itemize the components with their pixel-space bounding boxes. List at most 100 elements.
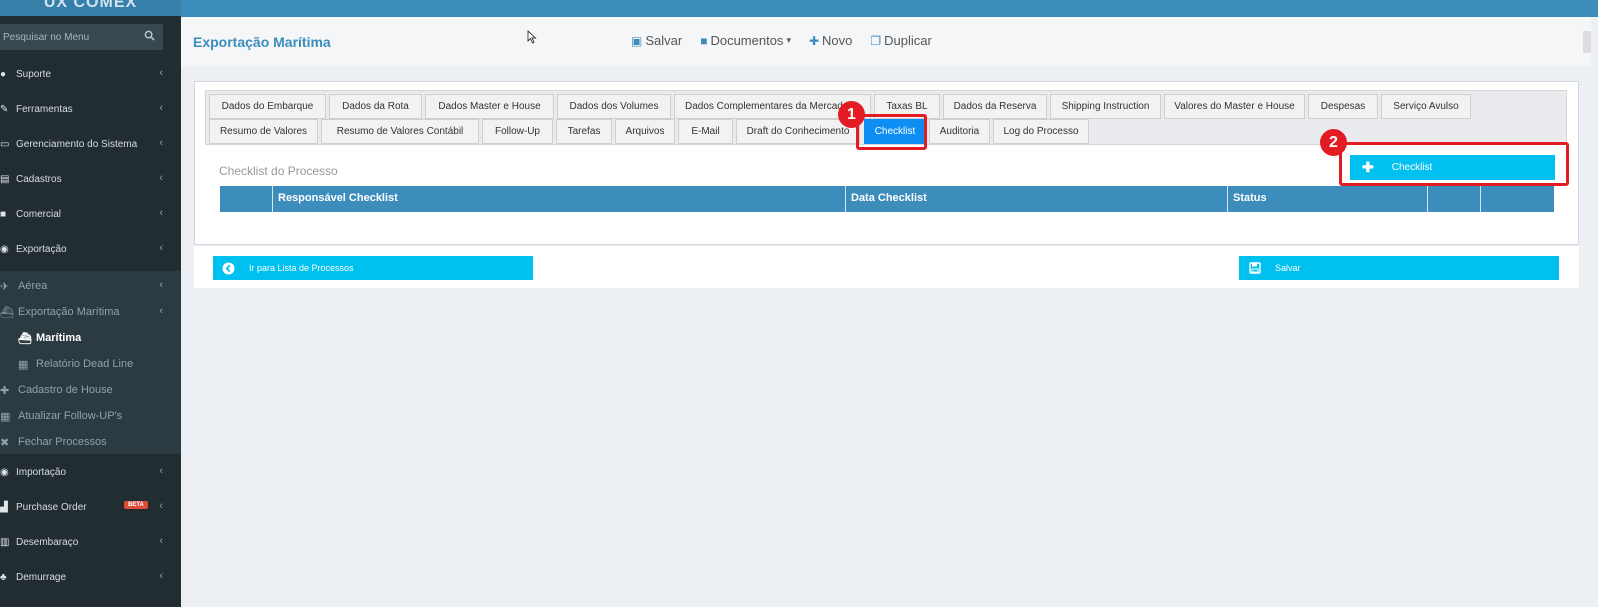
app-logo[interactable]: UX COMEX xyxy=(0,0,181,16)
documents-dropdown[interactable]: ■ Documentos ▾ xyxy=(700,33,791,48)
tab-resumo-valores-contabil[interactable]: Resumo de Valores Contábil xyxy=(321,119,479,144)
annotation-badge-2: 2 xyxy=(1320,129,1347,156)
beta-badge: BETA xyxy=(124,501,148,509)
search-input[interactable] xyxy=(0,24,140,50)
plane-icon: ✈ xyxy=(0,280,10,293)
column-header-responsavel[interactable]: Responsável Checklist xyxy=(272,186,845,212)
sidebar-item-purchase-order[interactable]: ▟ Purchase Order BETA ‹ xyxy=(0,493,181,521)
annotation-highlight-checklist-tab xyxy=(856,114,927,150)
sidebar-sub-aerea[interactable]: ✈ Aérea ‹ xyxy=(0,275,181,297)
sidebar-sub-maritima[interactable]: ⛴ Marítima xyxy=(0,327,181,349)
chevron-left-icon: ‹ xyxy=(159,570,163,582)
sidebar-item-label: Exportação xyxy=(16,243,67,255)
back-to-list-button[interactable]: Ir para Lista de Processos xyxy=(213,256,533,280)
top-navbar xyxy=(181,0,1598,17)
sidebar-item-importacao[interactable]: ◉ Importação ‹ xyxy=(0,458,181,486)
arrow-circle-icon: ◉ xyxy=(0,466,9,478)
sidebar-item-label: Fechar Processos xyxy=(18,436,107,448)
documents-label: Documentos xyxy=(710,33,784,48)
sidebar-item-ferramentas[interactable]: ✎ Ferramentas ‹ xyxy=(0,95,181,123)
close-icon: ✖ xyxy=(0,436,10,449)
tab-arquivos[interactable]: Arquivos xyxy=(615,119,675,144)
sidebar-item-gerenciamento[interactable]: ▭ Gerenciamento do Sistema ‹ xyxy=(0,130,181,158)
chevron-left-icon: ‹ xyxy=(159,465,163,477)
arrow-circle-icon: ◉ xyxy=(0,243,9,255)
footer-save-label: Salvar xyxy=(1275,263,1301,273)
sidebar-item-comercial[interactable]: ■ Comercial ‹ xyxy=(0,200,181,228)
list-icon: ▦ xyxy=(0,410,11,423)
users-icon: ♣ xyxy=(0,571,7,583)
new-label: Novo xyxy=(822,33,853,48)
tab-auditoria[interactable]: Auditoria xyxy=(929,119,990,144)
chevron-left-icon: ‹ xyxy=(159,500,163,512)
tab-dados-embarque[interactable]: Dados do Embarque xyxy=(209,94,326,119)
sidebar-item-label: Importação xyxy=(16,466,67,478)
tab-dados-rota[interactable]: Dados da Rota xyxy=(329,94,422,119)
chevron-left-icon: ‹ xyxy=(159,279,163,291)
column-header xyxy=(1427,186,1480,212)
footer-save-button[interactable]: Salvar xyxy=(1239,256,1559,280)
database-icon: ▤ xyxy=(0,173,10,185)
sidebar-item-label: Cadastro de House xyxy=(18,384,113,396)
ship-icon: ⛴ xyxy=(18,332,32,345)
tab-servico-avulso[interactable]: Serviço Avulso xyxy=(1381,94,1471,119)
tab-valores-master-house[interactable]: Valores do Master e House xyxy=(1164,94,1305,119)
list-icon: ▦ xyxy=(18,358,29,371)
tab-despesas[interactable]: Despesas xyxy=(1308,94,1378,119)
column-header xyxy=(220,186,272,212)
toolbar: ▣ Salvar ■ Documentos ▾ ✚ Novo ❐ Duplica… xyxy=(631,33,932,48)
tab-tarefas[interactable]: Tarefas xyxy=(556,119,612,144)
save-button[interactable]: ▣ Salvar xyxy=(631,33,682,48)
sidebar-item-label: Comercial xyxy=(16,208,62,220)
new-button[interactable]: ✚ Novo xyxy=(809,33,852,48)
plus-icon: ✚ xyxy=(808,33,820,48)
sidebar-sub-atualizar-followup[interactable]: ▦ Atualizar Follow-UP's xyxy=(0,405,181,427)
sidebar-item-desembaraco[interactable]: ▥ Desembaraço ‹ xyxy=(0,528,181,556)
tab-dados-volumes[interactable]: Dados dos Volumes xyxy=(557,94,671,119)
floppy-icon xyxy=(1248,262,1261,275)
plus-icon: ✚ xyxy=(0,384,10,397)
sidebar-item-label: Desembaraço xyxy=(16,536,79,548)
sidebar-item-label: Demurrage xyxy=(16,571,67,583)
column-header-status[interactable]: Status xyxy=(1227,186,1427,212)
sidebar-item-label: Cadastros xyxy=(16,173,62,185)
sidebar-sub-fechar-processos[interactable]: ✖ Fechar Processos xyxy=(0,431,181,453)
tab-log-processo[interactable]: Log do Processo xyxy=(993,119,1089,144)
add-checklist-button[interactable]: ✚ Checklist xyxy=(1350,155,1555,180)
sidebar-item-suporte[interactable]: ● Suporte ‹ xyxy=(0,60,181,88)
tab-shipping-instruction[interactable]: Shipping Instruction xyxy=(1050,94,1161,119)
column-header xyxy=(1480,186,1554,212)
chevron-left-icon: ‹ xyxy=(159,305,163,317)
sidebar-sub-exportacao-maritima[interactable]: ⛴ Exportação Marítima ‹ xyxy=(0,301,181,323)
sidebar-item-label: Ferramentas xyxy=(16,103,73,115)
back-to-list-label: Ir para Lista de Processos xyxy=(249,263,354,273)
process-panel: Dados do Embarque Dados da Rota Dados Ma… xyxy=(194,81,1579,245)
mouse-cursor-icon xyxy=(527,30,537,44)
scrollbar[interactable] xyxy=(1583,31,1591,53)
calculator-icon: ▥ xyxy=(0,536,10,548)
tab-dados-master-house[interactable]: Dados Master e House xyxy=(425,94,554,119)
duplicate-label: Duplicar xyxy=(884,33,932,48)
column-header-data[interactable]: Data Checklist xyxy=(845,186,1227,212)
save-label: Salvar xyxy=(645,33,683,48)
add-checklist-label: Checklist xyxy=(1391,162,1433,173)
chevron-left-icon: ‹ xyxy=(159,102,163,114)
laptop-icon: ▭ xyxy=(0,138,10,150)
sidebar-item-demurrage[interactable]: ♣ Demurrage ‹ xyxy=(0,563,181,591)
sidebar-sub-cadastro-house[interactable]: ✚ Cadastro de House xyxy=(0,379,181,401)
chevron-left-icon: ‹ xyxy=(159,137,163,149)
section-title: Checklist do Processo xyxy=(219,164,338,178)
search-icon[interactable] xyxy=(144,30,155,41)
tab-resumo-valores[interactable]: Resumo de Valores xyxy=(209,119,318,144)
tab-follow-up[interactable]: Follow-Up xyxy=(482,119,553,144)
sidebar-item-cadastros[interactable]: ▤ Cadastros ‹ xyxy=(0,165,181,193)
duplicate-button[interactable]: ❐ Duplicar xyxy=(870,33,931,48)
arrow-left-circle-icon xyxy=(222,262,235,275)
ship-icon: ⛴ xyxy=(0,306,14,319)
sidebar-search xyxy=(0,24,163,50)
sidebar-item-exportacao[interactable]: ◉ Exportação ‹ xyxy=(0,235,181,263)
tab-email[interactable]: E-Mail xyxy=(678,119,733,144)
briefcase-icon: ■ xyxy=(0,208,7,220)
sidebar-sub-relatorio-dead-line[interactable]: ▦ Relatório Dead Line xyxy=(0,353,181,375)
tab-dados-reserva[interactable]: Dados da Reserva xyxy=(943,94,1047,119)
